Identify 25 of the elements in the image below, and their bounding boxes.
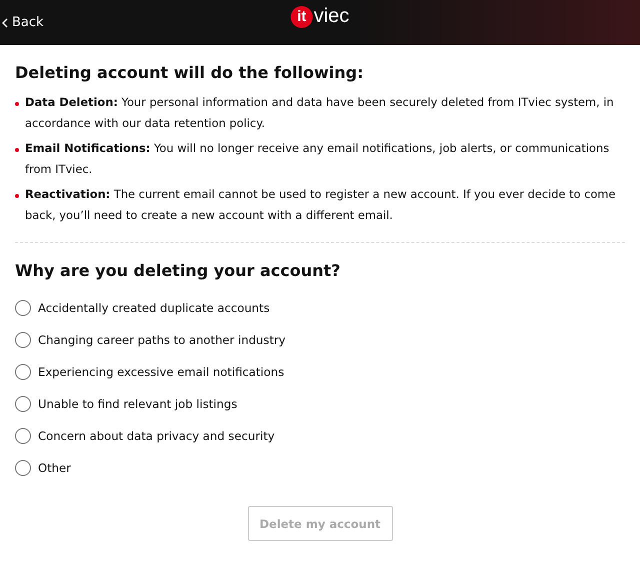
- back-label: Back: [12, 15, 44, 30]
- reason-label[interactable]: Unable to find relevant job listings: [38, 397, 238, 411]
- effect-text: Email Notifications: You will no longer receive any email notifications, job alerts, or communications from ITviec.: [25, 140, 610, 178]
- logo-word: viec: [314, 5, 350, 28]
- section-title: Deleting account will do the following:: [15, 63, 364, 82]
- radio-button[interactable]: [15, 364, 31, 380]
- radio-button[interactable]: [15, 428, 31, 444]
- bullet-icon: [15, 148, 19, 152]
- radio-button[interactable]: [15, 396, 31, 412]
- radio-button[interactable]: [15, 460, 31, 476]
- back-link[interactable]: Back: [0, 15, 44, 30]
- chevron-left-icon: [2, 18, 8, 28]
- effect-text: Data Deletion: Your personal information and data have been securely deleted from ITviec system, in accordance with our data retention policy.: [25, 94, 615, 132]
- reason-label[interactable]: Experiencing excessive email notifications: [38, 365, 284, 379]
- section-title: Why are you deleting your account?: [15, 261, 342, 280]
- bullet-icon: [15, 194, 19, 198]
- effect-text: Reactivation: The current email cannot be used to register a new account. If you ever decide to come back, you’ll need to create a new account with a different email.: [25, 186, 617, 224]
- reason-label[interactable]: Other: [38, 461, 71, 475]
- logo-mark: it: [290, 6, 313, 28]
- reason-label[interactable]: Accidentally created duplicate accounts: [38, 301, 270, 315]
- radio-button[interactable]: [15, 332, 31, 348]
- reason-label[interactable]: Concern about data privacy and security: [38, 429, 275, 443]
- reason-label[interactable]: Changing career paths to another industry: [38, 333, 286, 347]
- bullet-icon: [15, 102, 19, 106]
- radio-button[interactable]: [15, 300, 31, 316]
